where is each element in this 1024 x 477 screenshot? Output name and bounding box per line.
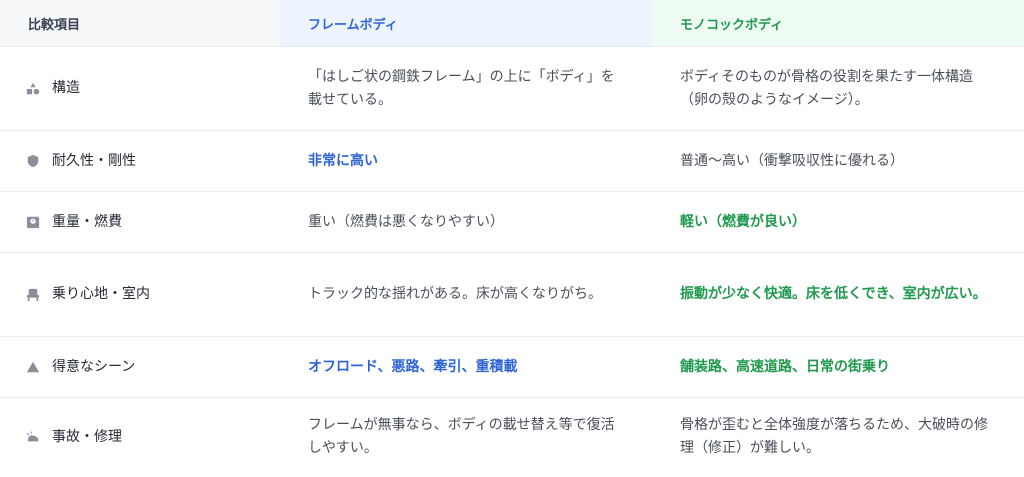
- row-label: 事故・修理: [26, 426, 252, 449]
- frame-cell: 重い（燃費は悪くなりやすい）: [280, 191, 652, 253]
- mono-cell: ボディそのものが骨格の役割を果たす一体構造（卵の殻のようなイメージ）。: [652, 46, 1024, 131]
- table-row: 構造 「はしご状の鋼鉄フレーム」の上に「ボディ」を載せている。 ボディそのものが…: [0, 46, 1024, 131]
- frame-cell: 「はしご状の鋼鉄フレーム」の上に「ボディ」を載せている。: [280, 46, 652, 131]
- header-monocoque-body: モノコックボディ: [652, 0, 1024, 47]
- table-row: 乗り心地・室内 トラック的な揺れがある。床が高くなりがち。 振動が少なく快適。床…: [0, 252, 1024, 337]
- frame-cell: 非常に高い: [280, 130, 652, 192]
- table-row: 得意なシーン オフロード、悪路、牽引、重積載 舗装路、高速道路、日常の街乗り: [0, 336, 1024, 398]
- row-label-text: 構造: [52, 80, 80, 96]
- scale-icon: [26, 215, 40, 229]
- frame-cell: フレームが無事なら、ボディの載せ替え等で復活しやすい。: [280, 397, 652, 477]
- table-row: 耐久性・剛性 非常に高い 普通〜高い（衝撃吸収性に優れる）: [0, 130, 1024, 192]
- mono-cell: 骨格が歪むと全体強度が落ちるため、大破時の修理（修正）が難しい。: [652, 397, 1024, 477]
- mono-cell: 普通〜高い（衝撃吸収性に優れる）: [652, 130, 1024, 192]
- row-label-text: 事故・修理: [52, 428, 122, 445]
- comparison-table: 比較項目 フレームボディ モノコックボディ 構造 「はしご状の鋼鉄フレーム」の上…: [0, 0, 1024, 477]
- row-label: 構造: [26, 77, 252, 100]
- seat-icon: [26, 288, 40, 302]
- shapes-icon: [26, 82, 40, 96]
- row-label: 乗り心地・室内: [26, 283, 252, 306]
- row-label-text: 得意なシーン: [52, 358, 136, 375]
- header-row: 比較項目 フレームボディ モノコックボディ: [0, 0, 1024, 47]
- row-label-text: 耐久性・剛性: [52, 152, 136, 169]
- car-crash-icon: [26, 430, 40, 444]
- mono-cell: 舗装路、高速道路、日常の街乗り: [652, 336, 1024, 398]
- row-label-text: 重量・燃費: [52, 213, 122, 230]
- frame-cell: オフロード、悪路、牽引、重積載: [280, 336, 652, 398]
- header-frame-body: フレームボディ: [280, 0, 652, 47]
- mountain-icon: [26, 360, 40, 374]
- header-item: 比較項目: [0, 0, 280, 47]
- mono-cell: 振動が少なく快適。床を低くでき、室内が広い。: [652, 252, 1024, 337]
- row-label: 重量・燃費: [26, 211, 252, 234]
- row-label: 耐久性・剛性: [26, 150, 252, 173]
- row-label-text: 乗り心地・室内: [52, 286, 150, 302]
- table-row: 重量・燃費 重い（燃費は悪くなりやすい） 軽い（燃費が良い）: [0, 191, 1024, 253]
- frame-cell: トラック的な揺れがある。床が高くなりがち。: [280, 252, 652, 337]
- shield-icon: [26, 154, 40, 168]
- mono-cell: 軽い（燃費が良い）: [652, 191, 1024, 253]
- table-row: 事故・修理 フレームが無事なら、ボディの載せ替え等で復活しやすい。 骨格が歪むと…: [0, 397, 1024, 477]
- row-label: 得意なシーン: [26, 356, 252, 379]
